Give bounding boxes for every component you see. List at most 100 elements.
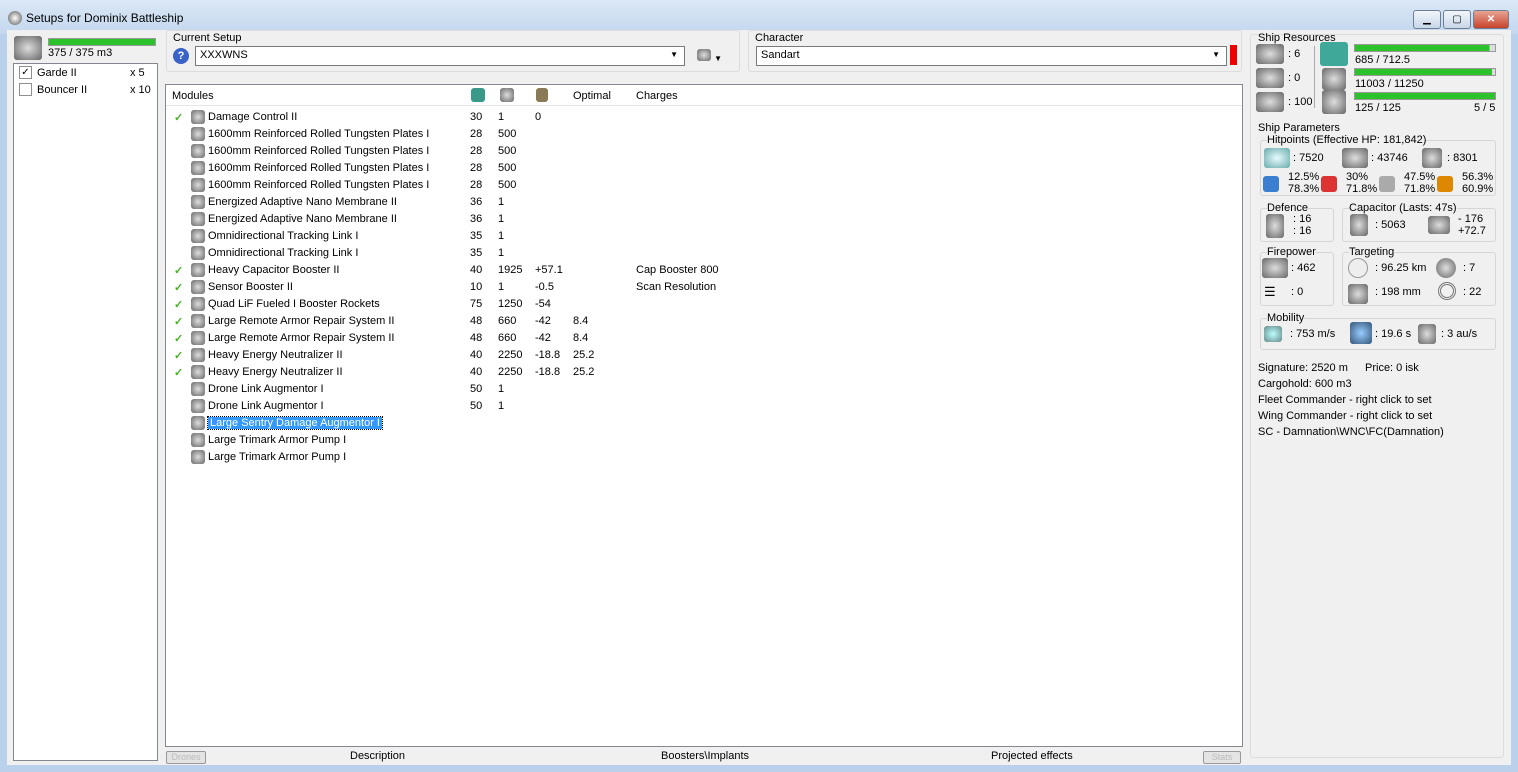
module-cpu: 36 [470,213,483,225]
module-name: Large Trimark Armor Pump I [208,434,347,446]
module-cpu: 28 [470,128,483,140]
hitpoints-title: Hitpoints (Effective HP: 181,842) [1267,134,1427,146]
module-name: 1600mm Reinforced Rolled Tungsten Plates… [208,162,430,174]
tab-boosters-implants[interactable]: Boosters\Implants [661,750,749,762]
active-check-icon: ✓ [174,316,184,328]
thermal-resist-armor: 71.8% [1346,183,1378,195]
active-check-icon: ✓ [174,333,184,345]
col-optimal[interactable]: Optimal [573,90,611,102]
powergrid-icon[interactable] [500,88,514,102]
speed-icon [1264,326,1282,342]
hull-icon [1422,148,1442,168]
drone-quantity: x 5 [130,67,145,79]
module-row[interactable]: ✓ Sensor Booster II 10 1 -0.5 Scan Resol… [170,279,1230,296]
module-name: Omnidirectional Tracking Link I [208,247,359,259]
module-row[interactable]: Energized Adaptive Nano Membrane II 36 1 [170,194,1230,211]
module-row[interactable]: Omnidirectional Tracking Link I 35 1 [170,228,1230,245]
module-row[interactable]: ✓ Large Remote Armor Repair System II 48… [170,313,1230,330]
module-cpu: 35 [470,247,483,259]
tab-description[interactable]: Description [350,750,405,762]
module-icon [191,433,205,447]
active-check-icon: ✓ [174,350,184,362]
module-cpu: 40 [470,349,483,361]
turret-icon [1256,44,1284,64]
module-row[interactable]: Large Trimark Armor Pump I [170,432,1230,449]
col-charges[interactable]: Charges [636,90,678,102]
fleet-commander[interactable]: Fleet Commander - right click to set [1258,394,1432,406]
module-row[interactable]: ✓ Heavy Capacitor Booster II 40 1925 +57… [170,262,1230,279]
module-row[interactable]: ✓ Damage Control II 30 1 0 [170,109,1230,126]
module-row[interactable]: ✓ Heavy Energy Neutralizer II 40 2250 -1… [170,347,1230,364]
setup-dropdown[interactable]: XXXWNS ▼ [195,46,685,66]
module-icon [191,416,205,430]
close-button[interactable]: ✕ [1473,10,1509,29]
col-modules[interactable]: Modules [172,90,214,102]
module-icon [191,144,205,158]
module-row[interactable]: 1600mm Reinforced Rolled Tungsten Plates… [170,126,1230,143]
capacitor-title: Capacitor (Lasts: 47s) [1349,202,1457,214]
align-time: : 19.6 s [1375,328,1412,340]
minimize-button[interactable]: ▁ [1413,10,1441,29]
window-title: Setups for Dominix Battleship [26,11,184,25]
module-row[interactable]: Large Sentry Damage Augmentor I [170,415,1230,432]
active-check-icon: ✓ [174,299,184,311]
tab-stats[interactable]: Stats [1203,751,1241,764]
cpu-icon [1320,42,1348,66]
tab-drones[interactable]: Drones [166,751,206,764]
launcher-slots: : 0 [1288,72,1301,84]
turret-slots: : 6 [1288,48,1301,60]
tab-projected-effects[interactable]: Projected effects [991,750,1073,762]
drone-checkbox[interactable]: ✓ [19,66,32,79]
align-time-icon [1350,322,1372,344]
module-optimal: 25.2 [573,349,595,361]
em-resist-shield: 12.5% [1288,171,1320,183]
module-row[interactable]: Large Trimark Armor Pump I [170,449,1230,466]
module-row[interactable]: Energized Adaptive Nano Membrane II 36 1 [170,211,1230,228]
module-row[interactable]: ✓ Quad LiF Fueled I Booster Rockets 75 1… [170,296,1230,313]
module-powergrid: 1 [498,230,505,242]
module-icon [191,195,205,209]
maximize-button[interactable]: ▢ [1443,10,1471,29]
character-dropdown[interactable]: Sandart ▼ [756,46,1227,66]
module-icon [191,450,205,464]
module-row[interactable]: 1600mm Reinforced Rolled Tungsten Plates… [170,177,1230,194]
module-capacitor: -0.5 [535,281,554,293]
cpu-icon[interactable] [471,88,485,102]
squad-commander[interactable]: SC - Damnation\WNC\FC(Damnation) [1258,426,1444,438]
hull-hp: : 8301 [1447,152,1478,164]
module-name: Large Sentry Damage Augmentor I [207,416,383,430]
character-status-indicator [1230,45,1237,65]
module-row[interactable]: Drone Link Augmentor I 50 1 [170,398,1230,415]
module-row[interactable]: ✓ Large Remote Armor Repair System II 48… [170,330,1230,347]
module-cpu: 28 [470,145,483,157]
capacitor-icon[interactable] [536,88,548,102]
current-setup-label: Current Setup [173,32,242,44]
module-row[interactable]: ✓ Heavy Energy Neutralizer II 40 2250 -1… [170,364,1230,381]
drone-list[interactable] [13,63,158,761]
module-powergrid: 500 [498,145,517,157]
module-name: Quad LiF Fueled I Booster Rockets [208,298,380,310]
module-row[interactable]: 1600mm Reinforced Rolled Tungsten Plates… [170,160,1230,177]
max-targets: : 7 [1463,262,1476,274]
module-powergrid: 500 [498,128,517,140]
drone-checkbox[interactable] [19,83,32,96]
module-optimal: 8.4 [573,315,589,327]
ship-menu-button[interactable]: ▼ [697,49,722,64]
module-cpu: 28 [470,162,483,174]
thermal-resist-shield: 30% [1346,171,1369,183]
module-capacitor: -42 [535,332,551,344]
shield-hp: : 7520 [1293,152,1324,164]
wing-commander[interactable]: Wing Commander - right click to set [1258,410,1432,422]
module-row[interactable]: 1600mm Reinforced Rolled Tungsten Plates… [170,143,1230,160]
module-icon [191,297,205,311]
module-row[interactable]: Omnidirectional Tracking Link I 35 1 [170,245,1230,262]
targeting-title: Targeting [1349,246,1395,258]
dps-icon [1262,258,1288,278]
drone-bandwidth-icon [1256,92,1284,112]
module-charges: Scan Resolution [636,281,717,293]
module-icon [191,382,205,396]
module-icon [191,178,205,192]
module-row[interactable]: Drone Link Augmentor I 50 1 [170,381,1230,398]
max-velocity: : 753 m/s [1290,328,1336,340]
help-icon[interactable]: ? [173,48,189,64]
